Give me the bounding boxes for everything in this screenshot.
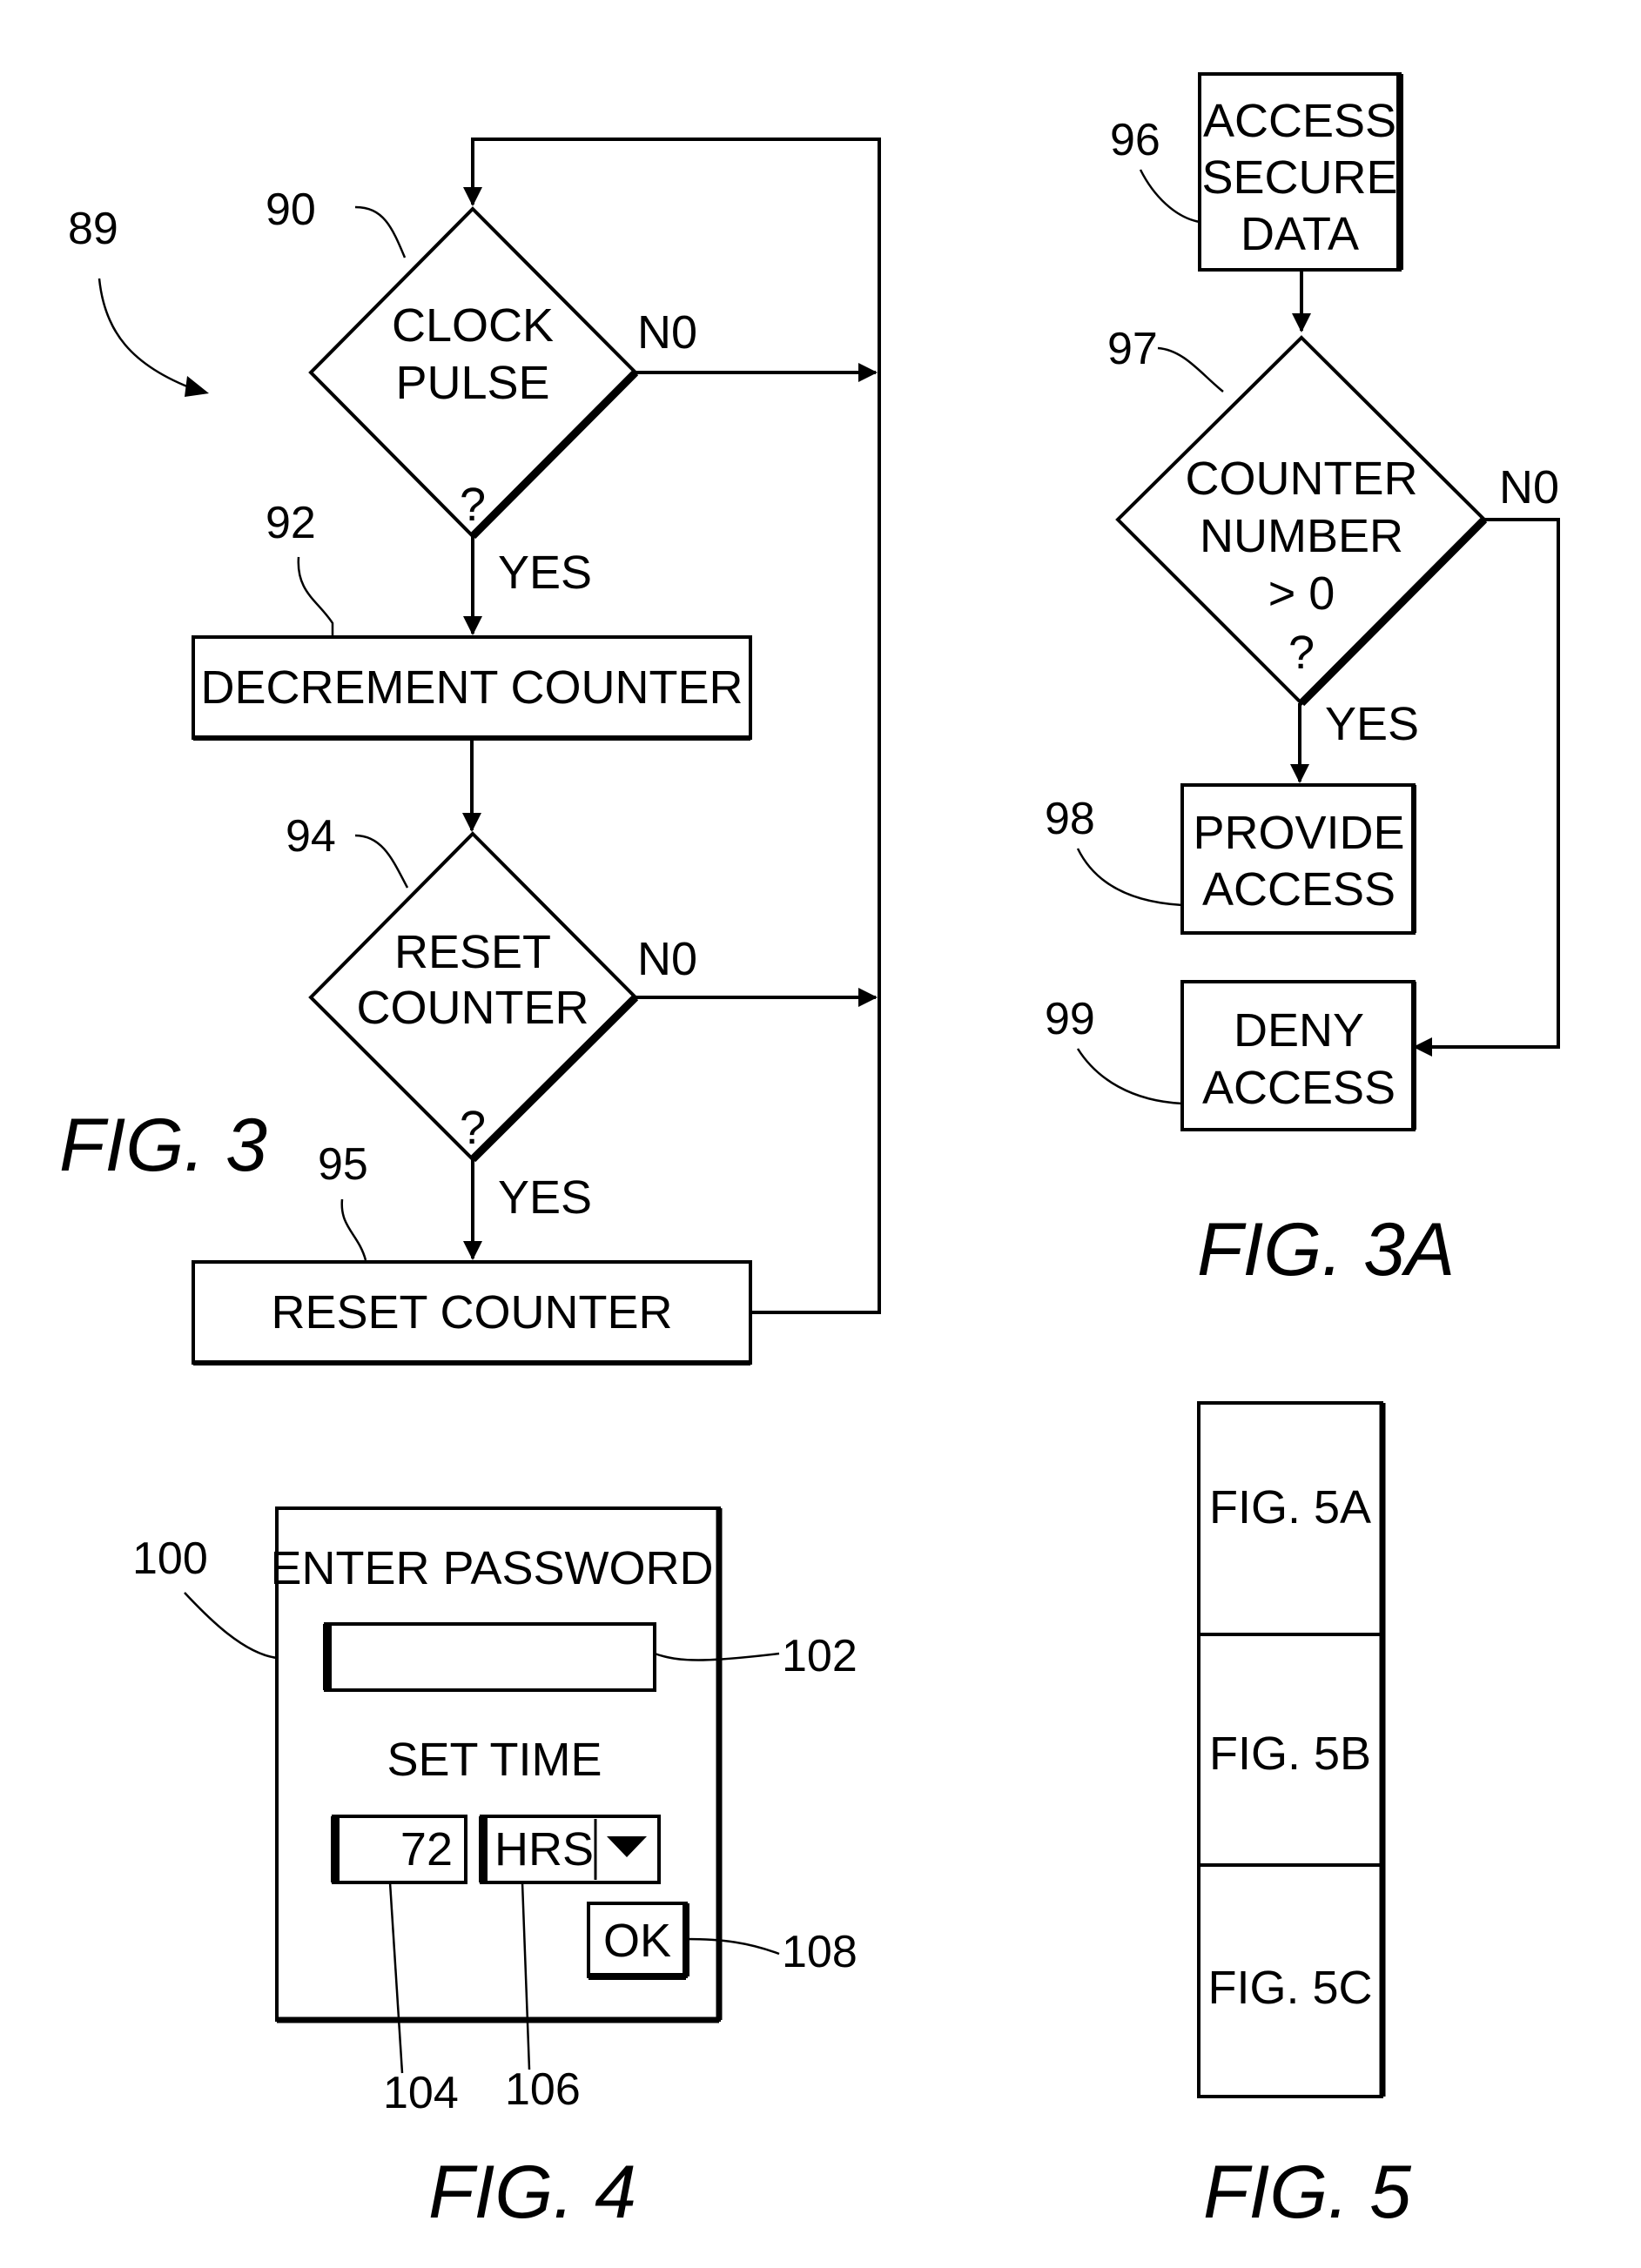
ref-96: 96 [1110,115,1160,165]
decision-reset-line2: COUNTER [357,982,589,1034]
fig5-panel-c: FIG. 5C [1207,1962,1372,2014]
decision-reset-counter: RESET COUNTER ? [308,831,639,1163]
ref-106: 106 [505,2064,581,2115]
decision-clock-line2: PULSE [395,357,549,409]
clock-no-label: N0 [637,306,697,359]
provide-line2: ACCESS [1202,863,1396,916]
ref-90-leader [354,205,407,258]
ref-92-leader [297,556,334,637]
ref-90: 90 [266,185,316,235]
decision-counter-line3: > 0 [1268,567,1335,620]
provide-line1: PROVIDE [1193,807,1404,859]
decision-counter-line1: COUNTER [1186,453,1418,505]
ok-button[interactable]: OK [587,1902,689,1980]
ref-89: 89 [68,204,118,254]
ref-89-arrowhead-icon [185,376,209,397]
ref-97-leader [1157,346,1224,393]
ref-89-leader [98,278,197,392]
ref-98: 98 [1045,794,1095,844]
decision-reset-line1: RESET [394,926,551,978]
clock-yes-label: YES [498,547,592,599]
fig5-panel-b: FIG. 5B [1209,1728,1371,1780]
decision-counter-line2: NUMBER [1200,510,1403,562]
deny-line1: DENY [1234,1004,1364,1057]
process-reset-counter: RESET COUNTER [192,1260,752,1365]
reset-yes-label: YES [498,1171,592,1224]
decision-reset-question: ? [460,1102,486,1154]
fig3-caption: FIG. 3 [59,1104,267,1187]
dialog-title: ENTER PASSWORD [270,1542,713,1594]
decrement-counter-text: DECREMENT COUNTER [200,661,743,714]
ref-95-leader [340,1198,367,1261]
fig3a-caption: FIG. 3A [1197,1208,1455,1292]
ref-99-leader [1076,1048,1183,1105]
ref-92: 92 [266,498,316,548]
ref-102: 102 [782,1631,857,1681]
time-value: 72 [400,1823,453,1875]
decision-clock-question: ? [460,479,486,531]
access-secure-data-box: ACCESS SECURE DATA [1198,72,1403,272]
ref-96-leader [1139,169,1200,224]
decision-counter-question: ? [1288,627,1315,679]
ref-108: 108 [782,1927,857,1977]
reset-counter-text: RESET COUNTER [271,1286,672,1339]
password-input[interactable] [323,1622,656,1692]
decision-no-connector [1413,518,1560,1057]
reset-no-label: N0 [637,933,697,985]
decision-clock-pulse: CLOCK PULSE ? [308,206,639,540]
fig3a-flowchart: ACCESS SECURE DATA 96 COUNTER NUMBER > 0… [1045,72,1560,1292]
time-unit-dropdown[interactable]: HRS [479,1815,661,1884]
ref-97: 97 [1107,324,1158,374]
process-decrement-counter: DECREMENT COUNTER [192,635,752,741]
fig5-panel-a: FIG. 5A [1209,1481,1371,1533]
set-time-label: SET TIME [387,1734,602,1786]
fig5-panel-layout: FIG. 5A FIG. 5B FIG. 5C FIG. 5 [1197,1401,1412,2234]
ref-104: 104 [383,2068,459,2118]
ok-label: OK [603,1915,671,1967]
fig4-caption: FIG. 4 [428,2151,636,2234]
fig5-caption: FIG. 5 [1203,2151,1412,2234]
decision-clock-line1: CLOCK [392,299,554,352]
deny-access-box: DENY ACCESS [1180,980,1416,1131]
access-line2: SECURE [1201,151,1397,204]
fig4-password-dialog: ENTER PASSWORD SET TIME 72 HRS OK 100 10… [132,1506,857,2234]
patent-drawing-sheet: 89 CLOCK PULSE ? 90 N0 YES DECREMENT COU… [59,72,1560,2234]
time-unit-value: HRS [494,1823,594,1875]
fig3-flowchart: 89 CLOCK PULSE ? 90 N0 YES DECREMENT COU… [59,138,881,1365]
ref-98-leader [1076,848,1183,907]
provide-access-box: PROVIDE ACCESS [1180,783,1416,935]
decision-no-label: N0 [1499,461,1559,513]
ref-100: 100 [132,1533,208,1584]
ref-94-leader [354,834,409,889]
ref-95: 95 [318,1139,368,1190]
deny-line2: ACCESS [1202,1062,1396,1114]
ref-99: 99 [1045,994,1095,1044]
decision-yes-label: YES [1325,698,1419,750]
ref-94: 94 [286,811,336,862]
access-line1: ACCESS [1203,95,1396,147]
access-line3: DATA [1241,208,1359,260]
ref-100-leader [184,1592,278,1660]
decision-counter-number: COUNTER NUMBER > 0 ? [1115,335,1488,707]
time-value-input[interactable]: 72 [331,1815,467,1884]
